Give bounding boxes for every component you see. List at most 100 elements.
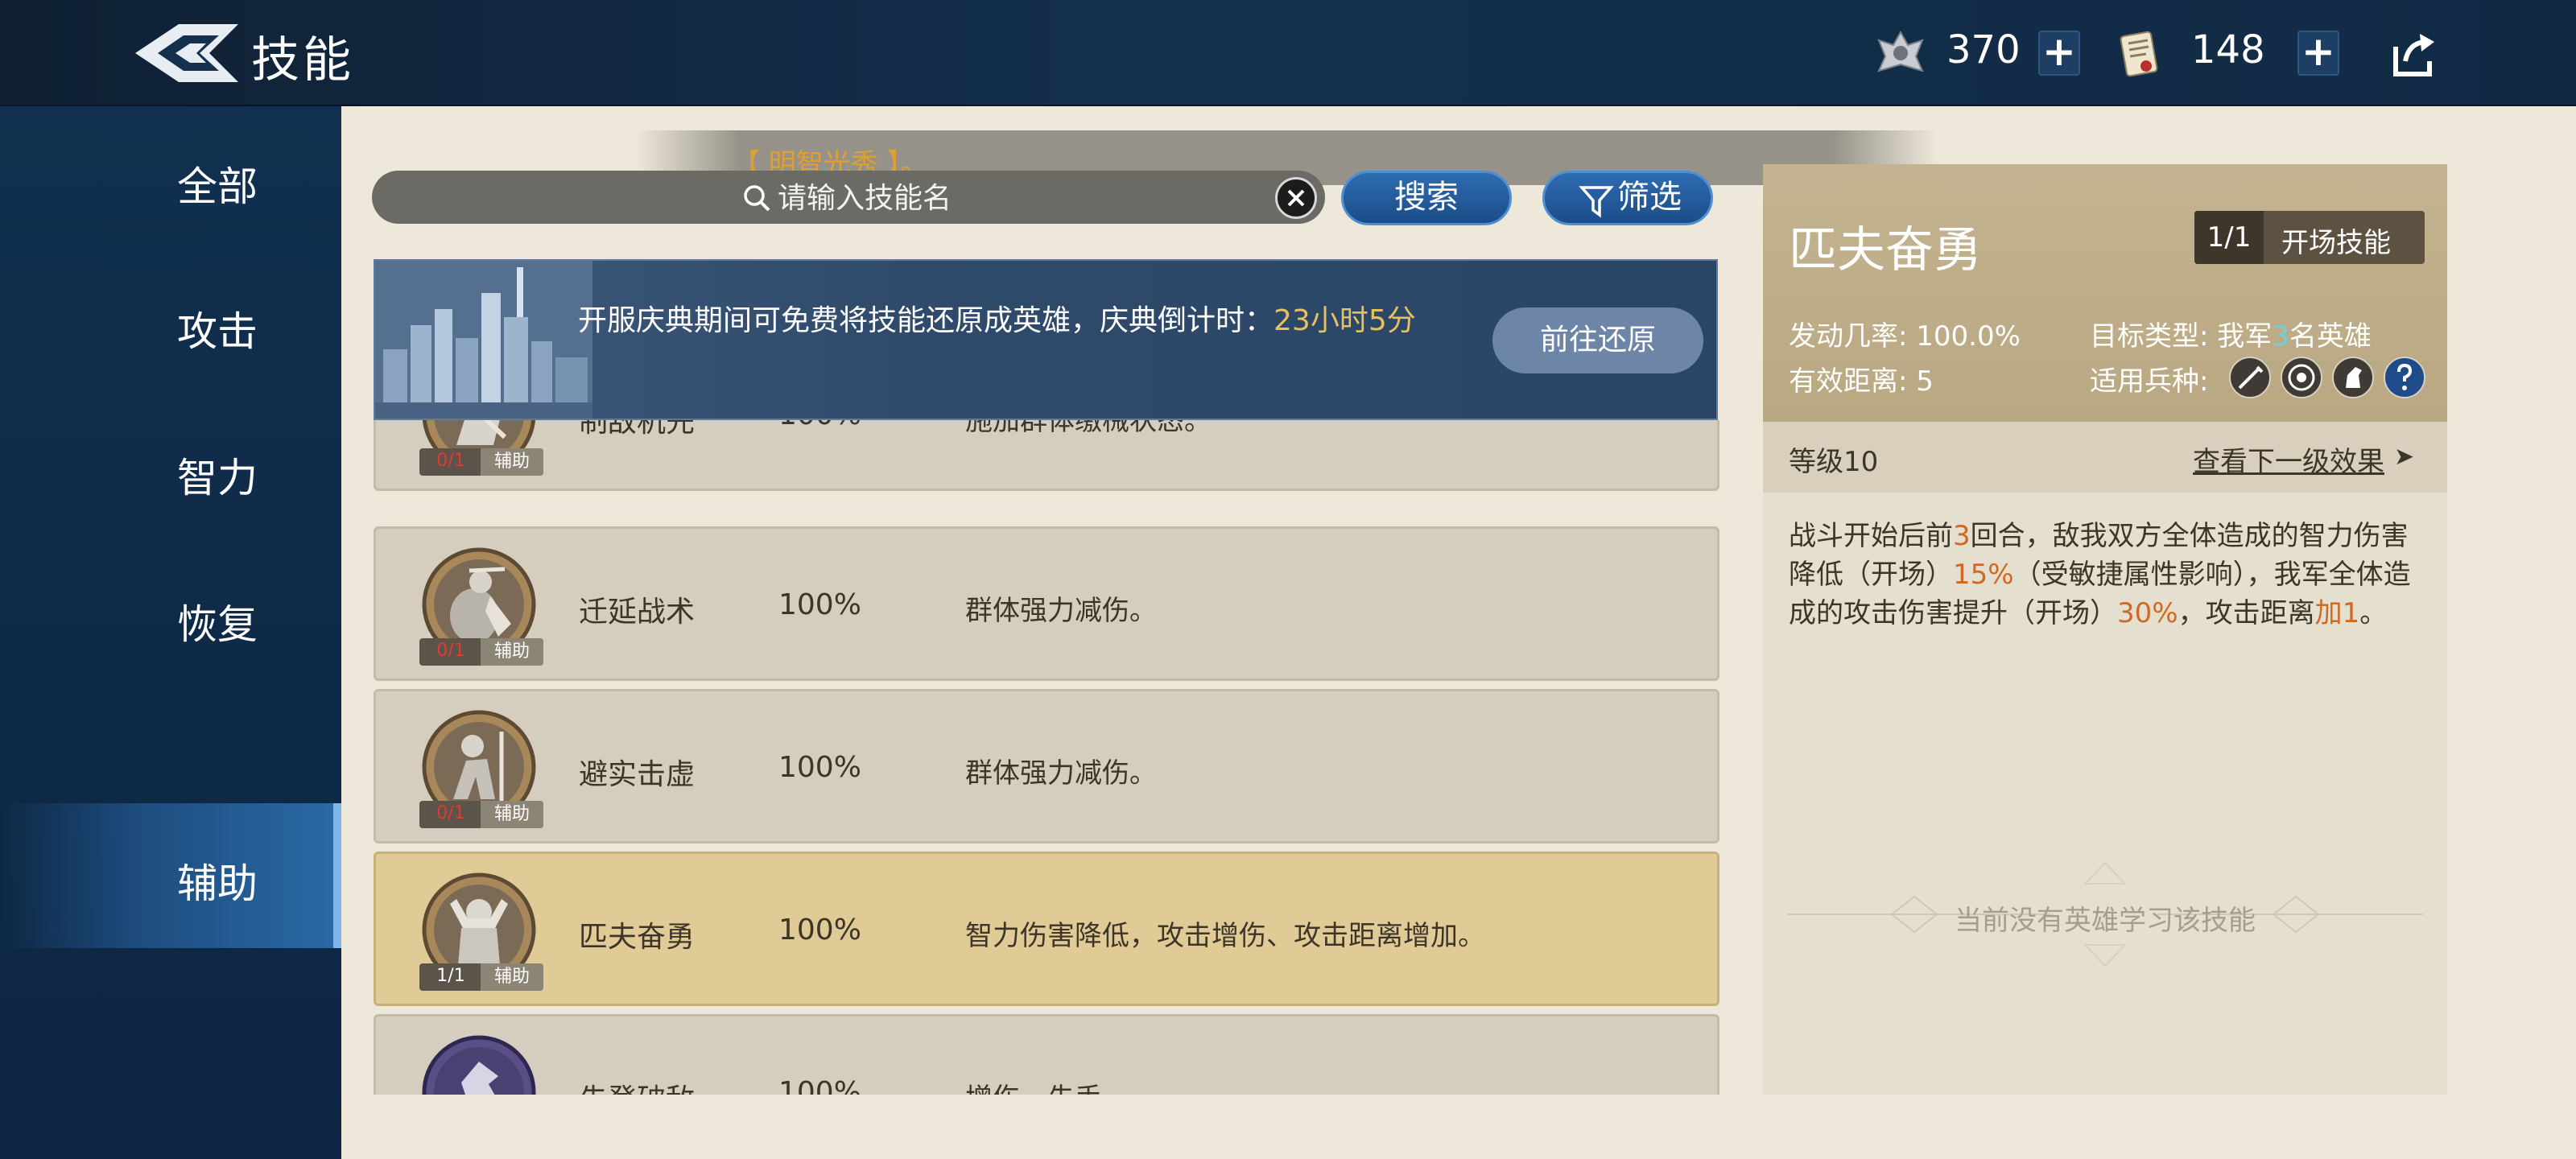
target-type: 目标类型: 我军3名英雄: [2090, 314, 2372, 353]
banner-text: 开服庆典期间可免费将技能还原成英雄，庆典倒计时：23小时5分: [578, 303, 1463, 340]
countdown-timer: 23小时5分: [1274, 304, 1416, 337]
scroll-count: 148: [2191, 27, 2265, 72]
target-count: 3: [2272, 320, 2289, 353]
skill-type: 辅助: [481, 801, 543, 828]
event-banner: 开服庆典期间可免费将技能还原成英雄，庆典倒计时：23小时5分 前往还原: [374, 259, 1718, 420]
sidebar-item-all[interactable]: 全部: [0, 106, 341, 251]
skill-level: 0/1: [436, 641, 465, 661]
skill-row[interactable]: 0/1 辅助 避实击虚 100% 群体强力减伤。: [374, 689, 1719, 843]
chevron-right-icon: ➤: [2394, 443, 2415, 471]
desc-highlight: 3: [1953, 520, 1971, 552]
skill-level-text: 等级10: [1789, 446, 1879, 478]
range-label: 有效距离:: [1789, 365, 1908, 398]
add-scroll-button[interactable]: +: [2297, 31, 2339, 76]
sidebar-item-label: 攻击: [177, 308, 258, 355]
skill-level: 1/1: [436, 966, 465, 986]
skill-tag: 0/1 辅助: [419, 448, 543, 476]
detail-title: 匹夫奋勇: [1789, 222, 1982, 278]
skill-desc: 施加群体缴械状态。: [965, 420, 1212, 437]
skill-detail-panel: 匹夫奋勇 1/1 开场技能 发动几率: 100.0% 有效距离: 5 目标类型:…: [1763, 164, 2447, 1095]
desc-part: 战斗开始后前: [1789, 520, 1953, 552]
horse-icon[interactable]: [2331, 356, 2375, 399]
sidebar-item-intelligence[interactable]: 智力: [0, 398, 341, 542]
skill-kind: 开场技能: [2281, 227, 2391, 259]
restore-button[interactable]: 前往还原: [1492, 307, 1703, 373]
desc-part: 。: [2359, 597, 2388, 629]
skill-desc: 群体强力减伤。: [965, 757, 1157, 790]
skill-level: 0/1: [436, 451, 465, 471]
sword-icon[interactable]: [2228, 356, 2272, 399]
banner-message: 开服庆典期间可免费将技能还原成英雄，庆典倒计时：: [578, 304, 1274, 337]
skill-row[interactable]: 0/1 辅助 迁延战术 100% 群体强力减伤。: [374, 526, 1719, 681]
top-bar: 技能 370 + 148 +: [0, 0, 2576, 106]
skill-badge: 1/1 开场技能: [2194, 211, 2425, 264]
skill-desc: 智力伤害降低，攻击增伤、攻击距离增加。: [965, 920, 1485, 952]
desc-highlight: 15%: [1953, 559, 2014, 591]
search-input[interactable]: [778, 177, 1261, 219]
close-icon: [1287, 189, 1305, 207]
filter-button[interactable]: 筛选: [1542, 171, 1713, 225]
sidebar-item-attack[interactable]: 攻击: [0, 251, 341, 396]
category-sidebar: 全部 攻击 智力 恢复 辅助: [0, 106, 341, 1159]
desc-highlight: 30%: [2117, 597, 2178, 629]
skill-name: 匹夫奋勇: [579, 921, 696, 954]
skill-row-selected[interactable]: 1/1 辅助 匹夫奋勇 100% 智力伤害降低，攻击增伤、攻击距离增加。: [374, 852, 1719, 1006]
target-icon[interactable]: [2280, 356, 2323, 399]
sidebar-item-label: 辅助: [177, 860, 258, 907]
trigger-rate-value: 100.0%: [1916, 320, 2021, 353]
skill-type: 辅助: [481, 448, 543, 476]
next-level-link[interactable]: 查看下一级效果: [2193, 439, 2384, 479]
back-arrow-icon: [135, 24, 238, 82]
page-title: 技能: [251, 32, 354, 89]
desc-highlight: 加1: [2314, 597, 2360, 629]
skill-name: 先登破敌: [579, 1076, 695, 1095]
scroll-icon: [2114, 29, 2164, 79]
search-button[interactable]: 搜索: [1341, 171, 1512, 225]
skill-name: 迁延战术: [579, 596, 696, 629]
trigger-rate-label: 发动几率:: [1789, 320, 1908, 353]
skill-rate: 100%: [778, 588, 861, 621]
filter-label: 筛选: [1617, 179, 1682, 216]
skill-row[interactable]: 0/1 辅助 制敌机先 100% 施加群体缴械状态。: [374, 420, 1719, 491]
sidebar-item-label: 全部: [177, 163, 258, 210]
skill-rate: 100%: [778, 914, 861, 947]
sidebar-item-label: 恢复: [177, 601, 258, 648]
skill-description: 战斗开始后前3回合，敌我双方全体造成的智力伤害降低（开场）15%（受敏捷属性影响…: [1789, 517, 2425, 633]
range-value: 5: [1916, 365, 1934, 398]
sidebar-item-support[interactable]: 辅助: [0, 803, 341, 948]
skill-tag: 0/1 辅助: [419, 801, 543, 828]
back-button[interactable]: [129, 14, 243, 92]
share-button[interactable]: [2388, 29, 2439, 80]
effective-range: 有效距离: 5: [1789, 359, 1934, 398]
skill-name: 避实击虚: [579, 758, 696, 791]
add-crest-button[interactable]: +: [2038, 31, 2080, 76]
skill-list[interactable]: 0/1 辅助 制敌机先 100% 施加群体缴械状态。 0/1 辅助 迁延战术 1…: [374, 420, 1721, 1095]
skill-name: 制敌机先: [579, 420, 696, 439]
skill-type: 辅助: [481, 638, 543, 666]
skill-tag: 0/1 辅助: [419, 638, 543, 666]
crest-icon: [1876, 29, 1926, 79]
question-icon[interactable]: [2383, 356, 2426, 399]
skill-icon: [422, 1035, 536, 1095]
skill-desc: 群体强力减伤。: [965, 595, 1157, 627]
sidebar-item-recovery[interactable]: 恢复: [0, 544, 341, 689]
search-icon: [741, 182, 773, 214]
sidebar-item-label: 智力: [177, 455, 258, 501]
share-icon: [2393, 34, 2434, 76]
skill-tag: 1/1 辅助: [419, 963, 543, 991]
no-hero-message: 当前没有英雄学习该技能: [1955, 905, 2256, 937]
desc-part: ，攻击距离: [2178, 597, 2315, 629]
skill-level: 0/1: [436, 803, 465, 823]
trigger-rate: 发动几率: 100.0%: [1789, 314, 2021, 353]
crest-count: 370: [1946, 27, 2021, 72]
target-post: 名英雄: [2289, 320, 2372, 353]
skill-desc: 增伤，先手。: [965, 1076, 1129, 1095]
skill-rate: 100%: [778, 420, 861, 431]
filter-icon: [1579, 186, 1614, 218]
clear-search-button[interactable]: [1275, 177, 1317, 219]
skill-rate: 100%: [778, 1076, 861, 1095]
skill-row[interactable]: 先登破敌 100% 增伤，先手。: [374, 1014, 1719, 1095]
target-pre: 我军: [2217, 320, 2273, 353]
city-skyline-image: [375, 261, 592, 419]
skill-type: 辅助: [481, 963, 543, 991]
